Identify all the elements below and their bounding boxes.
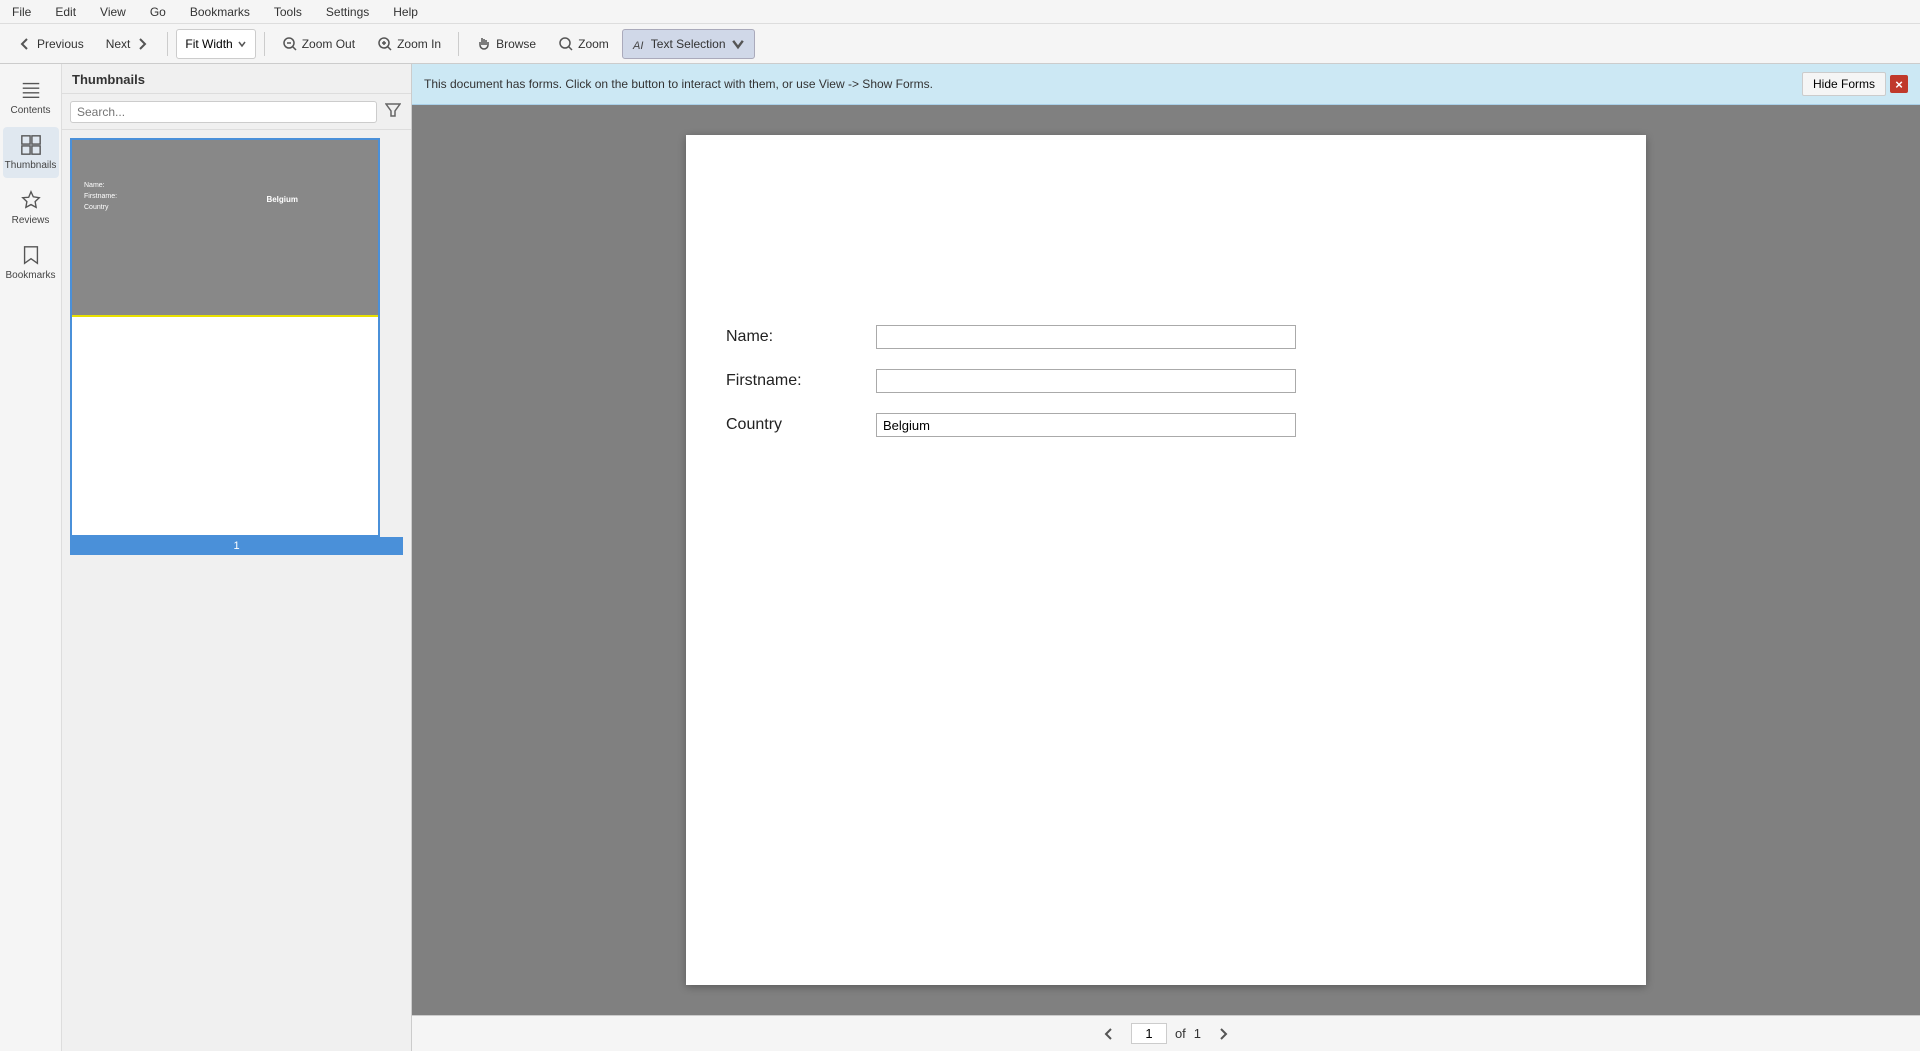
page-container: Name: Firstname: Country	[686, 135, 1646, 985]
zoom-in-icon	[377, 36, 393, 52]
prev-button[interactable]: Previous	[8, 29, 93, 59]
browse-label: Browse	[496, 37, 536, 51]
thumbnail-belgium-text: Belgium	[266, 195, 298, 204]
menu-go[interactable]: Go	[146, 3, 170, 21]
zoom-in-button[interactable]: Zoom In	[368, 29, 450, 59]
page-prev-icon	[1102, 1027, 1116, 1041]
hide-forms-button[interactable]: Hide Forms	[1802, 72, 1886, 96]
text-selection-button[interactable]: AI Text Selection	[622, 29, 755, 59]
page-prev-button[interactable]	[1095, 1023, 1123, 1045]
menu-bookmarks[interactable]: Bookmarks	[186, 3, 254, 21]
sidebar-item-reviews[interactable]: Reviews	[3, 182, 59, 233]
page-of-label: of	[1175, 1026, 1186, 1041]
thumbnail-page-wrapper: Name:Firstname:Country Belgium	[70, 138, 380, 537]
separator-3	[458, 32, 459, 56]
sidebar-item-bookmarks[interactable]: Bookmarks	[3, 237, 59, 288]
contents-label: Contents	[10, 105, 50, 116]
page-nav-footer: of 1	[412, 1015, 1920, 1051]
prev-icon	[17, 36, 33, 52]
close-icon: ×	[1895, 77, 1903, 92]
dropdown-arrow-icon	[237, 39, 247, 49]
reviews-label: Reviews	[12, 215, 50, 226]
firstname-input[interactable]	[876, 369, 1296, 393]
separator-1	[167, 32, 168, 56]
forms-banner-actions: Hide Forms ×	[1802, 72, 1908, 96]
bookmarks-icon	[20, 244, 42, 266]
search-input[interactable]	[70, 101, 377, 123]
text-selection-label: Text Selection	[651, 37, 726, 51]
thumbnail-top: Name:Firstname:Country Belgium	[72, 140, 378, 315]
fit-width-dropdown[interactable]: Fit Width	[176, 29, 255, 59]
main-layout: Contents Thumbnails Reviews Bookmarks	[0, 64, 1920, 1051]
page-total: 1	[1194, 1026, 1201, 1041]
hand-icon	[476, 36, 492, 52]
menu-view[interactable]: View	[96, 3, 130, 21]
menu-file[interactable]: File	[8, 3, 35, 21]
page-next-icon	[1216, 1027, 1230, 1041]
menu-tools[interactable]: Tools	[270, 3, 306, 21]
thumbnail-bottom	[72, 315, 378, 535]
menu-settings[interactable]: Settings	[322, 3, 373, 21]
bookmarks-label: Bookmarks	[6, 270, 56, 281]
page-next-button[interactable]	[1209, 1023, 1237, 1045]
next-label: Next	[106, 37, 131, 51]
menu-edit[interactable]: Edit	[51, 3, 80, 21]
zoom-out-label: Zoom Out	[302, 37, 355, 51]
prev-label: Previous	[37, 37, 84, 51]
country-label: Country	[726, 416, 856, 434]
browse-button[interactable]: Browse	[467, 29, 545, 59]
sidebar-item-thumbnails[interactable]: Thumbnails	[3, 127, 59, 178]
menu-help[interactable]: Help	[389, 3, 422, 21]
name-input[interactable]	[876, 325, 1296, 349]
thumbnails-icon	[20, 134, 42, 156]
reviews-icon	[20, 189, 42, 211]
forms-banner-message: This document has forms. Click on the bu…	[424, 77, 933, 91]
forms-banner: This document has forms. Click on the bu…	[412, 64, 1920, 105]
zoom-out-icon	[282, 36, 298, 52]
contents-icon	[20, 79, 42, 101]
thumbnail-form-text: Name:Firstname:Country	[84, 180, 117, 214]
thumbnails-content: Name:Firstname:Country Belgium 1	[62, 130, 411, 1051]
document-area: This document has forms. Click on the bu…	[412, 64, 1920, 1051]
filter-icon	[385, 102, 401, 118]
zoom-out-button[interactable]: Zoom Out	[273, 29, 364, 59]
form-row-name: Name:	[726, 325, 1606, 349]
zoom-label: Zoom	[578, 37, 609, 51]
thumbnails-title: Thumbnails	[62, 64, 411, 94]
thumbnail-page-number: 1	[70, 537, 403, 555]
text-selection-icon: AI	[631, 36, 647, 52]
next-button[interactable]: Next	[97, 29, 160, 59]
sidebar-item-contents[interactable]: Contents	[3, 72, 59, 123]
firstname-label: Firstname:	[726, 372, 856, 390]
text-selection-dropdown-icon	[730, 36, 746, 52]
menu-bar: File Edit View Go Bookmarks Tools Settin…	[0, 0, 1920, 24]
form-section: Name: Firstname: Country	[726, 325, 1606, 437]
fit-width-label: Fit Width	[185, 37, 232, 51]
svg-text:AI: AI	[632, 40, 643, 52]
form-row-firstname: Firstname:	[726, 369, 1606, 393]
form-row-country: Country	[726, 413, 1606, 437]
name-label: Name:	[726, 328, 856, 346]
document-scroll: Name: Firstname: Country	[412, 105, 1920, 1015]
zoom-in-label: Zoom In	[397, 37, 441, 51]
zoom-icon	[558, 36, 574, 52]
thumbnail-page-1[interactable]: Name:Firstname:Country Belgium 1	[70, 138, 403, 555]
close-banner-button[interactable]: ×	[1890, 75, 1908, 93]
country-input[interactable]	[876, 413, 1296, 437]
page-number-input[interactable]	[1131, 1023, 1167, 1044]
separator-2	[264, 32, 265, 56]
sidebar-icons: Contents Thumbnails Reviews Bookmarks	[0, 64, 62, 1051]
zoom-button[interactable]: Zoom	[549, 29, 618, 59]
thumbnails-search-bar	[62, 94, 411, 130]
next-icon	[134, 36, 150, 52]
thumbnails-panel: Thumbnails Name:Firstname:Country Belgiu…	[62, 64, 412, 1051]
filter-button[interactable]	[383, 100, 403, 123]
thumbnails-label: Thumbnails	[5, 160, 57, 171]
toolbar: Previous Next Fit Width Zoom Out Zoom In	[0, 24, 1920, 64]
